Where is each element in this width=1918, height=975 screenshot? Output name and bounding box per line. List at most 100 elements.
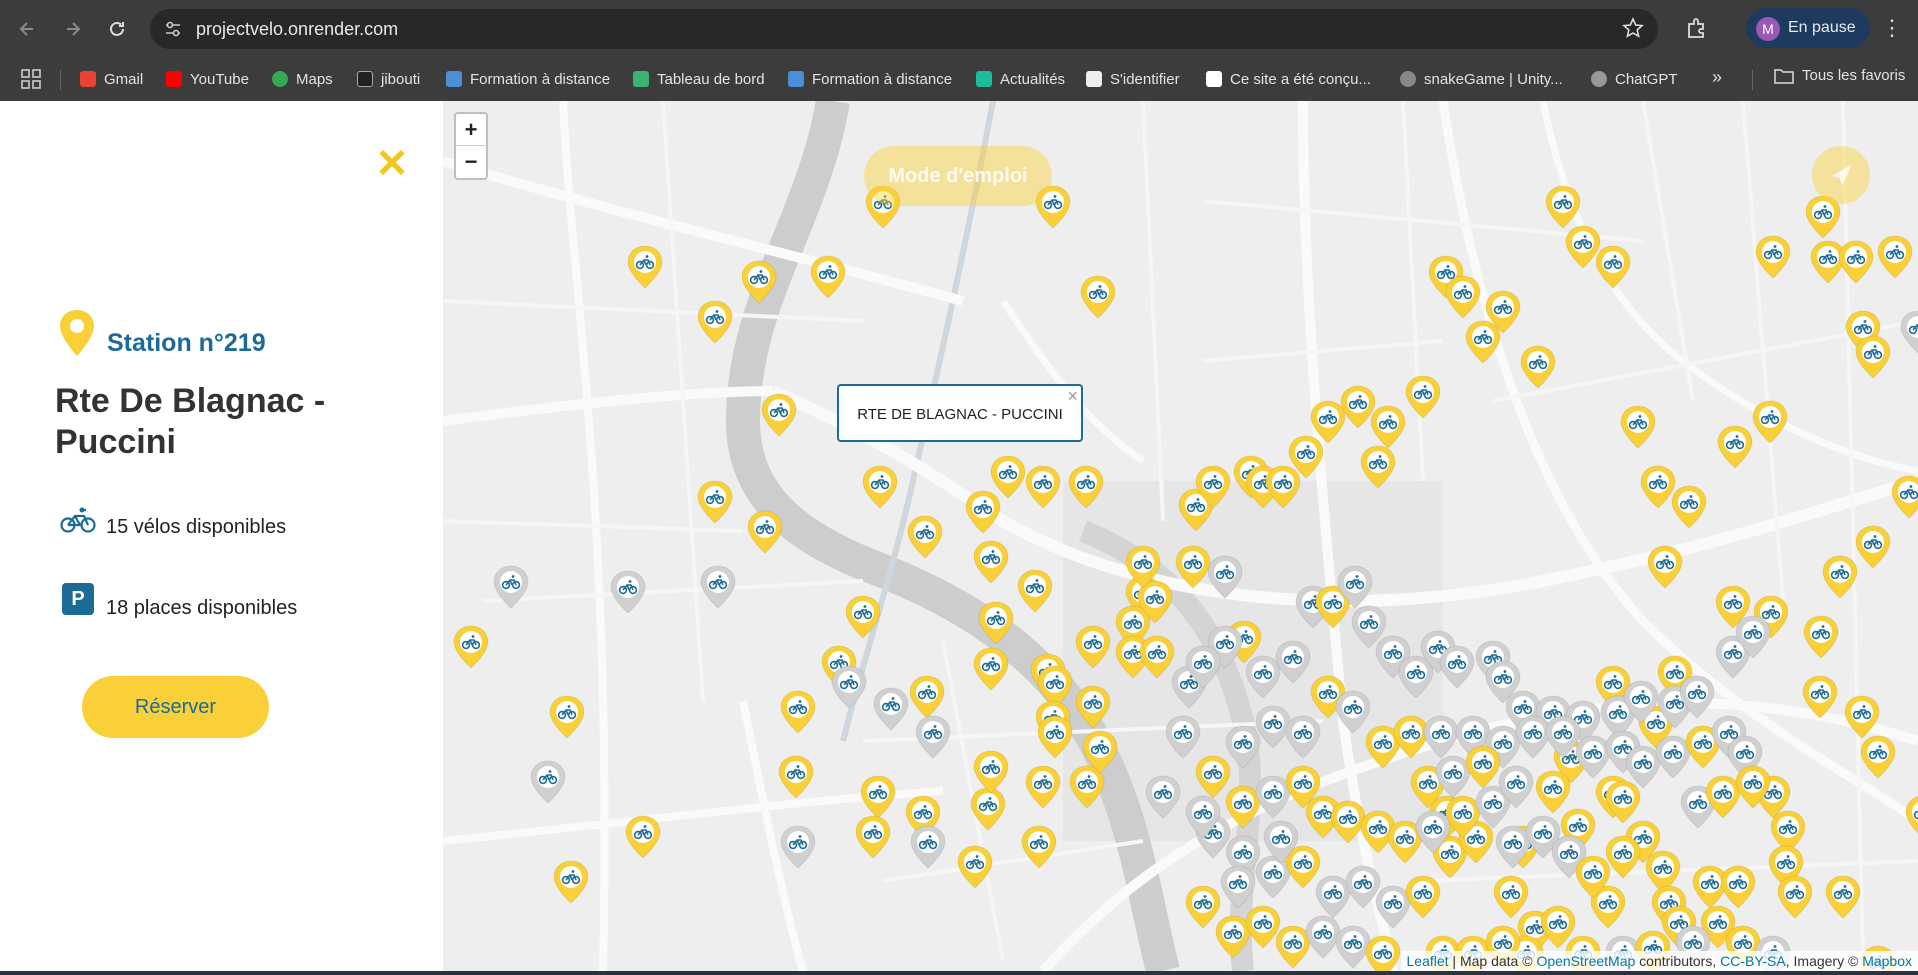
- station-marker[interactable]: [1423, 715, 1459, 759]
- station-marker[interactable]: [1844, 695, 1880, 739]
- license-link[interactable]: CC-BY-SA: [1720, 953, 1786, 969]
- station-marker[interactable]: [973, 750, 1009, 794]
- station-marker[interactable]: [780, 690, 816, 734]
- station-marker[interactable]: [1465, 745, 1501, 789]
- station-marker[interactable]: [978, 601, 1014, 645]
- station-marker[interactable]: [1825, 875, 1861, 919]
- station-marker[interactable]: [1720, 865, 1756, 909]
- station-marker[interactable]: [1305, 915, 1341, 959]
- leaflet-link[interactable]: Leaflet: [1407, 953, 1449, 969]
- station-marker[interactable]: [1717, 425, 1753, 469]
- bookmark-sidentifier[interactable]: S'identifier: [1086, 67, 1180, 91]
- bookmark-maps[interactable]: Maps: [272, 67, 333, 91]
- station-marker[interactable]: [1752, 400, 1788, 444]
- station-marker[interactable]: [780, 825, 816, 869]
- bookmark-chatgpt[interactable]: ChatGPT: [1591, 67, 1678, 91]
- station-marker[interactable]: [907, 515, 943, 559]
- station-marker[interactable]: [1405, 375, 1441, 419]
- station-marker[interactable]: [1220, 865, 1256, 909]
- site-info-icon[interactable]: [164, 20, 182, 38]
- station-marker[interactable]: [862, 465, 898, 509]
- station-marker[interactable]: [1515, 715, 1551, 759]
- station-marker[interactable]: [1545, 185, 1581, 229]
- station-marker[interactable]: [778, 755, 814, 799]
- station-marker[interactable]: [1640, 465, 1676, 509]
- station-marker[interactable]: [915, 715, 951, 759]
- station-marker[interactable]: [1285, 715, 1321, 759]
- station-marker[interactable]: [741, 260, 777, 304]
- menu-kebab-icon[interactable]: ⋮: [1880, 14, 1904, 42]
- bookmark-star-icon[interactable]: [1622, 17, 1644, 39]
- station-marker[interactable]: [1245, 655, 1281, 699]
- station-marker[interactable]: [1025, 465, 1061, 509]
- station-marker[interactable]: [1565, 225, 1601, 269]
- station-marker[interactable]: [1802, 675, 1838, 719]
- station-marker[interactable]: [957, 845, 993, 889]
- station-marker[interactable]: [860, 775, 896, 819]
- station-marker[interactable]: [1068, 465, 1104, 509]
- zoom-out-button[interactable]: −: [456, 146, 486, 178]
- station-marker[interactable]: [549, 695, 585, 739]
- station-marker[interactable]: [1037, 715, 1073, 759]
- osm-link[interactable]: OpenStreetMap: [1536, 953, 1635, 969]
- bookmark-wix[interactable]: Ce site a été conçu...: [1206, 67, 1371, 91]
- station-marker[interactable]: [1360, 445, 1396, 489]
- station-marker[interactable]: [530, 760, 566, 804]
- station-marker[interactable]: [1255, 775, 1291, 819]
- station-marker[interactable]: [855, 815, 891, 859]
- station-marker[interactable]: [1340, 385, 1376, 429]
- profile-button[interactable]: M En pause: [1746, 8, 1870, 48]
- mapbox-link[interactable]: Mapbox: [1862, 953, 1912, 969]
- station-marker[interactable]: [1185, 885, 1221, 929]
- station-marker[interactable]: [453, 625, 489, 669]
- station-marker[interactable]: [1535, 770, 1571, 814]
- station-marker[interactable]: [1315, 875, 1351, 919]
- station-marker[interactable]: [1605, 835, 1641, 879]
- mode-emploi-button[interactable]: Mode d'emploi: [864, 146, 1052, 206]
- station-marker[interactable]: [697, 480, 733, 524]
- station-marker[interactable]: [610, 570, 646, 614]
- station-marker[interactable]: [1838, 240, 1874, 284]
- locate-button[interactable]: [1812, 146, 1870, 204]
- bookmark-formation-1[interactable]: Formation à distance: [446, 67, 610, 91]
- station-marker[interactable]: [1493, 875, 1529, 919]
- station-marker[interactable]: [1195, 755, 1231, 799]
- station-marker[interactable]: [1620, 405, 1656, 449]
- station-marker[interactable]: [810, 255, 846, 299]
- address-bar[interactable]: projectvelo.onrender.com: [150, 9, 1658, 49]
- station-marker[interactable]: [873, 687, 909, 731]
- station-marker[interactable]: [1265, 465, 1301, 509]
- map-view[interactable]: + − Mode d'emploi × RTE DE BLAGNAC - PUC…: [443, 101, 1918, 971]
- station-marker[interactable]: [761, 393, 797, 437]
- station-markers[interactable]: [443, 101, 1918, 971]
- station-marker[interactable]: [1175, 545, 1211, 589]
- station-marker[interactable]: [990, 455, 1026, 499]
- station-marker[interactable]: [1803, 615, 1839, 659]
- all-bookmarks-folder[interactable]: Tous les favoris: [1774, 67, 1905, 84]
- bookmark-tableau-de-bord[interactable]: Tableau de bord: [633, 67, 765, 91]
- url-text[interactable]: projectvelo.onrender.com: [196, 19, 398, 40]
- station-marker[interactable]: [1255, 705, 1291, 749]
- station-marker[interactable]: [1345, 865, 1381, 909]
- station-marker[interactable]: [1905, 796, 1918, 838]
- station-marker[interactable]: [553, 860, 589, 904]
- station-marker[interactable]: [747, 510, 783, 554]
- bookmark-actualites[interactable]: Actualités: [976, 67, 1065, 91]
- forward-arrow-icon[interactable]: [56, 12, 90, 46]
- station-marker[interactable]: [1520, 345, 1556, 389]
- popup-close-button[interactable]: ×: [1067, 386, 1078, 407]
- station-marker[interactable]: [1139, 635, 1175, 679]
- station-marker[interactable]: [1595, 245, 1631, 289]
- station-marker[interactable]: [965, 490, 1001, 534]
- station-marker[interactable]: [1860, 735, 1896, 779]
- station-marker[interactable]: [1275, 925, 1311, 969]
- station-marker[interactable]: [1393, 715, 1429, 759]
- station-marker[interactable]: [1225, 725, 1261, 769]
- station-marker[interactable]: [1255, 855, 1291, 899]
- close-panel-button[interactable]: ✕: [374, 144, 410, 184]
- station-marker[interactable]: [1777, 875, 1813, 919]
- station-marker[interactable]: [1855, 335, 1891, 379]
- station-marker[interactable]: [1439, 645, 1475, 689]
- station-marker[interactable]: [1900, 310, 1918, 354]
- station-marker[interactable]: [1625, 745, 1661, 789]
